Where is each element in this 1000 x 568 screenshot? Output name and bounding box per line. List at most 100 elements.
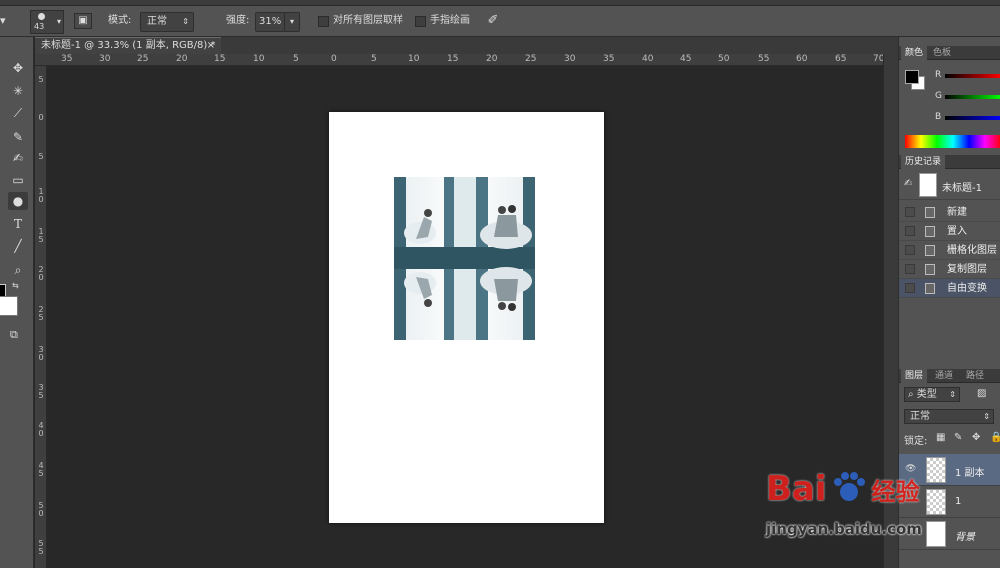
ruler-tick: 25 bbox=[137, 54, 149, 64]
history-snapshot[interactable]: ✍ 未标题-1 bbox=[899, 170, 1000, 200]
history-checkbox[interactable] bbox=[905, 226, 915, 236]
ruler-tick: 25 bbox=[525, 54, 537, 64]
history-item[interactable]: 置入 bbox=[899, 222, 1000, 241]
brush-tool-icon[interactable]: ✎ bbox=[8, 128, 28, 146]
ruler-tick: 2 5 bbox=[38, 305, 44, 322]
strength-label: 强度: bbox=[226, 15, 250, 26]
ruler-tick: 5 bbox=[38, 75, 44, 84]
tab-swatches[interactable]: 色板 bbox=[929, 46, 955, 60]
ruler-tick: 3 5 bbox=[38, 383, 44, 400]
ruler-tick: 20 bbox=[176, 54, 188, 64]
background-color-swatch[interactable] bbox=[0, 296, 18, 316]
tab-strip bbox=[221, 37, 898, 54]
history-item[interactable]: 复制图层 bbox=[899, 260, 1000, 279]
lock-position-icon[interactable]: ✥ bbox=[972, 432, 980, 443]
history-checkbox[interactable] bbox=[905, 245, 915, 255]
document-tab-title: 未标题-1 @ 33.3% (1 副本, RGB/8) * bbox=[41, 40, 216, 51]
ruler-left: 5 0 5 1 0 1 5 2 0 2 5 3 0 3 5 4 0 4 5 5 … bbox=[35, 66, 47, 568]
blend-mode-value: 正常 bbox=[910, 411, 930, 422]
ruler-tick: 3 0 bbox=[38, 345, 44, 362]
strength-value: 31% bbox=[259, 16, 282, 27]
tab-color[interactable]: 颜色 bbox=[901, 46, 928, 60]
channel-b-slider[interactable] bbox=[945, 116, 1000, 120]
options-bar: ▾ 43 ▾ ▣ 模式: 正常 ⇕ 强度: 31% ▾ 对所有图层取样 手指绘画… bbox=[0, 6, 1000, 37]
tab-paths[interactable]: 路径 bbox=[962, 369, 988, 383]
channel-g-slider[interactable] bbox=[945, 95, 1000, 99]
tab-history[interactable]: 历史记录 bbox=[901, 155, 946, 169]
ruler-tick: 30 bbox=[564, 54, 576, 64]
chevron-down-icon: ▾ bbox=[289, 17, 294, 26]
sample-all-layers-checkbox[interactable] bbox=[318, 16, 329, 27]
ruler-tick: 4 5 bbox=[38, 461, 44, 478]
ruler-tick: 0 bbox=[331, 54, 337, 64]
sample-all-layers-label: 对所有图层取样 bbox=[333, 15, 403, 26]
history-checkbox[interactable] bbox=[905, 207, 915, 217]
eyedropper-tool-icon[interactable]: ⟋ bbox=[8, 104, 28, 122]
line-tool-icon[interactable]: ╱ bbox=[8, 237, 28, 255]
smudge-tool-icon[interactable]: ● bbox=[8, 192, 28, 210]
history-item[interactable]: 新建 bbox=[899, 203, 1000, 222]
select-arrows-icon: ⇕ bbox=[182, 17, 189, 26]
document-icon bbox=[925, 207, 935, 218]
finger-painting-checkbox[interactable] bbox=[415, 16, 426, 27]
ruler-tick: 40 bbox=[642, 54, 654, 64]
tool-preset-icon[interactable]: ▾ bbox=[0, 11, 14, 31]
image-filter-icon[interactable]: ▨ bbox=[977, 388, 986, 399]
screen-mode-icon[interactable]: ⧉ bbox=[10, 328, 18, 342]
ruler-tick: 5 bbox=[371, 54, 377, 64]
history-item-label: 复制图层 bbox=[947, 264, 987, 275]
finger-painting-label: 手指绘画 bbox=[430, 15, 470, 26]
swap-colors-icon[interactable]: ⇆ bbox=[12, 281, 19, 290]
pressure-pen-icon[interactable]: ✐ bbox=[484, 12, 502, 30]
history-checkbox[interactable] bbox=[905, 283, 915, 293]
ruler-tick: 4 0 bbox=[38, 421, 44, 438]
ruler-tick: 1 5 bbox=[38, 227, 44, 244]
ruler-tick: 5 0 bbox=[38, 501, 44, 518]
mode-label: 模式: bbox=[108, 15, 132, 26]
baidu-logo: Bai 经验 bbox=[766, 466, 919, 516]
strength-input[interactable]: 31% bbox=[255, 12, 285, 32]
history-checkbox[interactable] bbox=[905, 264, 915, 274]
lock-paint-icon[interactable]: ✎ bbox=[954, 432, 962, 443]
jingyan-logo-text: 经验 bbox=[871, 478, 920, 506]
history-item-label: 自由变换 bbox=[947, 283, 987, 294]
type-tool-icon[interactable]: T bbox=[8, 215, 28, 233]
ruler-tick: 70 bbox=[873, 54, 883, 64]
lock-transparent-icon[interactable]: ▦ bbox=[936, 432, 945, 443]
channel-g-label: G bbox=[935, 91, 942, 101]
history-item-selected[interactable]: 自由变换 bbox=[899, 279, 1000, 298]
brush-panel-toggle-icon[interactable]: ▣ bbox=[74, 13, 92, 29]
tab-channels[interactable]: 通道 bbox=[931, 369, 957, 383]
placed-photo-layer[interactable] bbox=[394, 177, 535, 340]
lock-label: 锁定: bbox=[904, 436, 928, 447]
ruler-tick: 30 bbox=[99, 54, 111, 64]
layer-filter-select[interactable]: ⌕ 类型 ⇕ bbox=[904, 387, 960, 402]
history-list: 新建 置入 栅格化图层 复制图层 自由变换 bbox=[899, 203, 1000, 298]
close-icon[interactable]: × bbox=[207, 38, 215, 54]
tab-layers[interactable]: 图层 bbox=[901, 369, 928, 383]
foreground-color-swatch[interactable] bbox=[905, 70, 919, 84]
color-spectrum-bar[interactable] bbox=[905, 135, 1000, 148]
ruler-tick: 65 bbox=[835, 54, 847, 64]
brush-size-picker[interactable]: 43 ▾ bbox=[30, 10, 64, 34]
ruler-tick: 60 bbox=[796, 54, 808, 64]
history-brush-tool-icon[interactable]: ✍ bbox=[8, 149, 28, 167]
move-tool-icon[interactable]: ✥ bbox=[8, 59, 28, 77]
paw-icon bbox=[830, 470, 868, 504]
blend-mode-select[interactable]: 正常 ⇕ bbox=[904, 409, 994, 424]
lock-all-icon[interactable]: 🔒 bbox=[990, 432, 1000, 443]
ruler-tick: 35 bbox=[603, 54, 615, 64]
mode-select[interactable]: 正常 ⇕ bbox=[140, 12, 194, 32]
magic-wand-tool-icon[interactable]: ✳ bbox=[8, 82, 28, 100]
history-item[interactable]: 栅格化图层 bbox=[899, 241, 1000, 260]
channel-r-slider[interactable] bbox=[945, 74, 1000, 78]
document-tab[interactable]: 未标题-1 @ 33.3% (1 副本, RGB/8) * × bbox=[35, 37, 221, 54]
document-icon bbox=[925, 226, 935, 237]
ruler-tick: 10 bbox=[408, 54, 420, 64]
strength-dropdown-button[interactable]: ▾ bbox=[284, 12, 300, 32]
baidu-logo-text: Bai bbox=[766, 469, 827, 509]
zoom-tool-icon[interactable]: ⌕ bbox=[8, 261, 28, 279]
select-arrows-icon: ⇕ bbox=[983, 412, 990, 421]
ruler-tick: 15 bbox=[447, 54, 459, 64]
gradient-tool-icon[interactable]: ▭ bbox=[8, 171, 28, 189]
